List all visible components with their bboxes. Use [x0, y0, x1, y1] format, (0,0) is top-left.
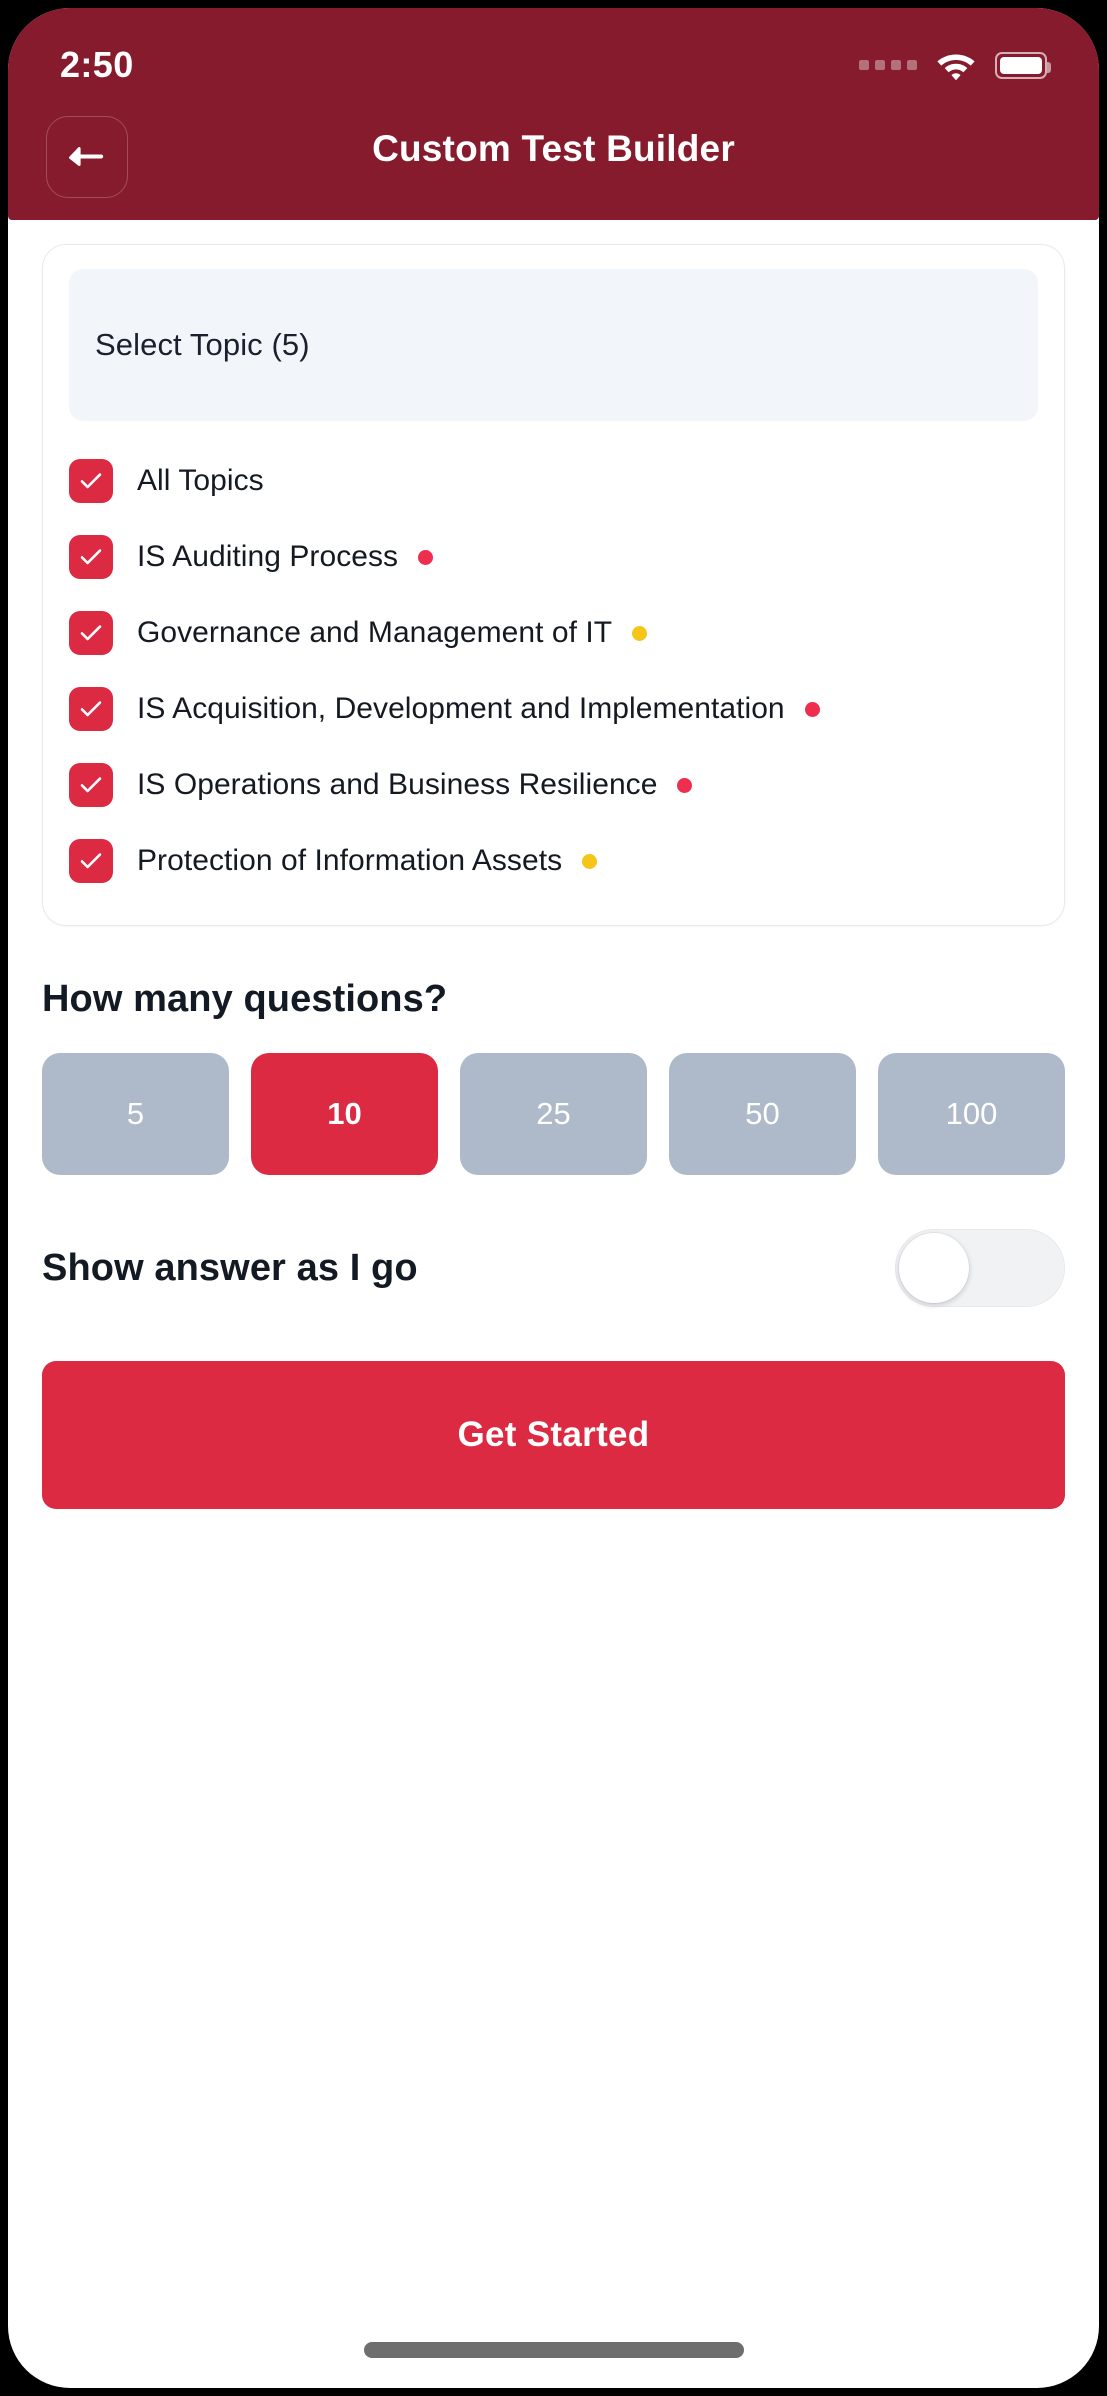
questions-count-heading: How many questions? — [42, 978, 448, 1020]
main-content: Select Topic (5) All Topics IS Auditing … — [8, 244, 1099, 1509]
battery-full-icon — [995, 51, 1051, 79]
app-header: 2:50 Custom Test Builder — [8, 8, 1099, 220]
topic-select-field[interactable]: Select Topic (5) — [69, 269, 1038, 421]
show-answer-toggle[interactable] — [895, 1229, 1065, 1307]
navigation-row: Custom Test Builder — [8, 112, 1099, 208]
topic-status-dot — [418, 549, 434, 565]
phone-screen: 2:50 Custom Test Builder Select Topic (5… — [8, 8, 1099, 2388]
question-count-options: 5 10 25 50 100 — [42, 1053, 1065, 1175]
signal-dots-icon — [859, 60, 917, 70]
topic-row-is-auditing-process[interactable]: IS Auditing Process — [43, 519, 1064, 595]
status-bar: 2:50 — [8, 8, 1099, 104]
checkbox-checked-icon[interactable] — [69, 459, 113, 503]
topic-label: Governance and Management of IT — [137, 616, 613, 649]
topic-label: IS Auditing Process — [137, 540, 399, 573]
show-answer-label: Show answer as I go — [42, 1246, 418, 1289]
toggle-knob — [899, 1233, 969, 1303]
get-started-button[interactable]: Get Started — [42, 1361, 1065, 1509]
topic-status-dot — [804, 701, 820, 717]
count-option-25[interactable]: 25 — [460, 1053, 647, 1175]
count-option-100[interactable]: 100 — [878, 1053, 1065, 1175]
topic-status-dot — [582, 853, 598, 869]
topic-row-governance-and-management-of-it[interactable]: Governance and Management of IT — [43, 595, 1064, 671]
topic-label: IS Acquisition, Development and Implemen… — [137, 692, 785, 725]
topic-row-all-topics[interactable]: All Topics — [43, 443, 1064, 519]
checkbox-checked-icon[interactable] — [69, 687, 113, 731]
checkbox-checked-icon[interactable] — [69, 611, 113, 655]
topic-row-is-operations-and-business-resilience[interactable]: IS Operations and Business Resilience — [43, 747, 1064, 823]
topic-row-protection-of-information-assets[interactable]: Protection of Information Assets — [43, 823, 1064, 899]
topic-label: IS Operations and Business Resilience — [137, 768, 658, 801]
wifi-icon — [937, 54, 975, 81]
page-title: Custom Test Builder — [372, 128, 735, 169]
phone-frame: 2:50 Custom Test Builder Select Topic (5… — [0, 0, 1107, 2396]
count-option-5[interactable]: 5 — [42, 1053, 229, 1175]
topic-row-is-acquisition-development-and-implementation[interactable]: IS Acquisition, Development and Implemen… — [43, 671, 1064, 747]
status-bar-time: 2:50 — [60, 44, 134, 85]
checkbox-checked-icon[interactable] — [69, 535, 113, 579]
topic-label: All Topics — [137, 464, 264, 497]
home-indicator[interactable] — [363, 2342, 744, 2358]
status-bar-icons — [859, 49, 1051, 81]
topic-status-dot — [632, 625, 648, 641]
topics-card: Select Topic (5) All Topics IS Auditing … — [42, 244, 1065, 926]
count-option-50[interactable]: 50 — [669, 1053, 856, 1175]
topic-status-dot — [677, 777, 693, 793]
show-answer-row: Show answer as I go — [42, 1229, 1065, 1307]
topic-label: Protection of Information Assets — [137, 844, 563, 877]
checkbox-checked-icon[interactable] — [69, 763, 113, 807]
checkbox-checked-icon[interactable] — [69, 839, 113, 883]
count-option-10[interactable]: 10 — [251, 1053, 438, 1175]
topic-select-label: Select Topic (5) — [95, 327, 310, 362]
